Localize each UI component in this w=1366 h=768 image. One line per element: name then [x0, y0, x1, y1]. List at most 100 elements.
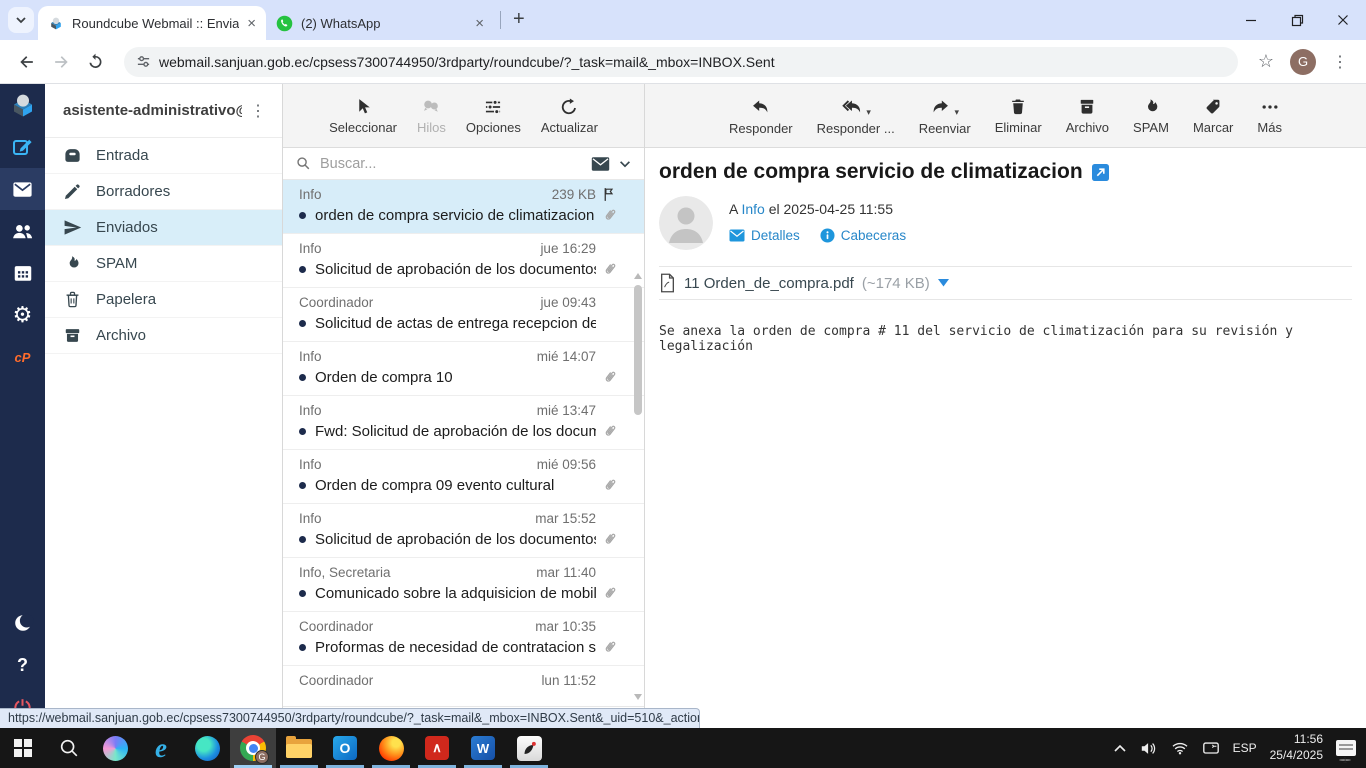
url-bar[interactable]: webmail.sanjuan.gob.ec/cpsess7300744950/… — [124, 46, 1238, 77]
pencil-icon — [64, 184, 80, 200]
search-bar — [283, 148, 644, 180]
archive-button[interactable]: Archivo — [1066, 97, 1109, 135]
folder-spam[interactable]: SPAM — [45, 246, 282, 282]
headers-toggle[interactable]: Cabeceras — [820, 228, 906, 243]
clock[interactable]: 11:56 25/4/2025 — [1270, 732, 1323, 763]
reply-all-button[interactable]: ▾ Responder ... — [817, 96, 895, 136]
folder-papelera[interactable]: Papelera — [45, 282, 282, 318]
message-list-item[interactable]: Info mié 14:07 Orden de compra 10 — [283, 342, 644, 396]
message-list-item[interactable]: Coordinador jue 09:43 Solicitud de actas… — [283, 288, 644, 342]
message-list-item[interactable]: Info 239 KB orden de compra servicio de … — [283, 180, 644, 234]
tab-roundcube[interactable]: Roundcube Webmail :: Enviados × — [38, 6, 266, 40]
folder-enviados[interactable]: Enviados — [45, 210, 282, 246]
file-explorer-button[interactable] — [276, 728, 322, 768]
contacts-nav-button[interactable] — [0, 210, 45, 252]
dark-mode-button[interactable] — [0, 602, 45, 644]
language-indicator[interactable]: ESP — [1233, 741, 1257, 755]
unread-dot — [299, 428, 306, 435]
browser-profile-avatar[interactable]: G — [1290, 48, 1316, 75]
new-tab-button[interactable]: + — [507, 8, 531, 31]
search-scope-mail-icon[interactable] — [591, 156, 610, 172]
word-button[interactable]: W — [460, 728, 506, 768]
help-button[interactable]: ? — [0, 644, 45, 686]
threads-button[interactable]: Hilos — [417, 97, 446, 135]
taskbar-search-button[interactable] — [46, 728, 92, 768]
delete-button[interactable]: Eliminar — [995, 97, 1042, 135]
forward-caret-icon[interactable]: ▾ — [954, 107, 959, 118]
mail-nav-button[interactable] — [0, 168, 45, 210]
edge-button[interactable] — [184, 728, 230, 768]
bookmark-star-icon[interactable]: ☆ — [1250, 51, 1282, 72]
window-restore-button[interactable] — [1274, 0, 1320, 40]
refresh-button[interactable]: Actualizar — [541, 97, 598, 135]
more-button[interactable]: Más — [1257, 97, 1282, 135]
message-sender: Info — [299, 511, 322, 526]
folder-entrada[interactable]: Entrada — [45, 138, 282, 174]
gear-icon: ⚙ — [12, 302, 33, 328]
attachment-bar[interactable]: 11 Orden_de_compra.pdf (~174 KB) — [659, 266, 1352, 300]
account-menu-icon[interactable]: ⋮ — [242, 101, 274, 121]
cpanel-button[interactable]: cP — [0, 336, 45, 378]
tray-expand-chevron-icon[interactable] — [1113, 743, 1127, 753]
message-list-item[interactable]: Info jue 16:29 Solicitud de aprobación d… — [283, 234, 644, 288]
tab-search-button[interactable] — [8, 7, 34, 33]
wifi-icon[interactable] — [1171, 741, 1189, 755]
firefox-button[interactable] — [368, 728, 414, 768]
outlook-button[interactable]: O — [322, 728, 368, 768]
options-button[interactable]: Opciones — [466, 97, 521, 135]
display-connect-icon[interactable] — [1202, 741, 1220, 756]
attachment-name[interactable]: 11 Orden_de_compra.pdf — [684, 275, 854, 292]
forward-button[interactable] — [44, 45, 78, 79]
site-settings-icon — [137, 56, 150, 67]
flag-slot[interactable] — [596, 186, 618, 203]
folder-archivo[interactable]: Archivo — [45, 318, 282, 354]
open-in-new-window-icon[interactable] — [1091, 163, 1109, 181]
forward-button-mail[interactable]: ▾ Reenviar — [919, 96, 971, 136]
copilot-button[interactable] — [92, 728, 138, 768]
details-toggle[interactable]: Detalles — [729, 228, 800, 243]
scroll-down-arrow[interactable] — [634, 694, 642, 700]
tab-whatsapp[interactable]: (2) WhatsApp × — [266, 6, 494, 40]
list-scrollbar[interactable] — [633, 267, 643, 704]
back-icon — [20, 55, 33, 68]
reload-button[interactable] — [78, 45, 112, 79]
reload-icon — [88, 53, 101, 68]
message-list-item[interactable]: Coordinador mar 10:35 Proformas de neces… — [283, 612, 644, 666]
acrobat-button[interactable]: ∧ — [414, 728, 460, 768]
mark-button[interactable]: Marcar — [1193, 97, 1233, 135]
folder-borradores[interactable]: Borradores — [45, 174, 282, 210]
message-list-item[interactable]: Info mar 15:52 Solicitud de aprobación d… — [283, 504, 644, 558]
reply-button[interactable]: Responder — [729, 96, 793, 136]
reply-all-caret-icon[interactable]: ▾ — [866, 107, 871, 118]
spam-button[interactable]: SPAM — [1133, 97, 1169, 135]
recipient-link[interactable]: Info — [741, 201, 764, 217]
search-input[interactable] — [320, 155, 583, 172]
window-minimize-button[interactable] — [1228, 0, 1274, 40]
compose-button[interactable] — [0, 126, 45, 168]
volume-icon[interactable] — [1140, 741, 1158, 756]
message-list-item[interactable]: Info, Secretaria mar 11:40 Comunicado so… — [283, 558, 644, 612]
paperclip-icon — [605, 533, 616, 544]
calendar-nav-button[interactable] — [0, 252, 45, 294]
window-close-button[interactable] — [1320, 0, 1366, 40]
chrome-button[interactable]: G — [230, 728, 276, 768]
internet-explorer-button[interactable]: e — [138, 728, 184, 768]
scrollbar-thumb[interactable] — [634, 285, 642, 415]
message-list-item[interactable]: Info mié 09:56 Orden de compra 09 evento… — [283, 450, 644, 504]
info-icon — [820, 228, 835, 243]
message-list-item[interactable]: Info mié 13:47 Fwd: Solicitud de aprobac… — [283, 396, 644, 450]
browser-menu-icon[interactable]: ⋮ — [1324, 52, 1356, 72]
paperclip-icon — [605, 371, 616, 382]
notification-center-icon[interactable]: 1 — [1336, 740, 1356, 765]
unread-dot — [299, 590, 306, 597]
start-button[interactable] — [0, 728, 46, 768]
select-button[interactable]: Seleccionar — [329, 97, 397, 135]
tab-close-icon[interactable]: × — [475, 16, 484, 31]
tab-close-icon[interactable]: × — [247, 16, 256, 31]
back-button[interactable] — [10, 45, 44, 79]
scroll-up-arrow[interactable] — [634, 273, 642, 279]
settings-nav-button[interactable]: ⚙ — [0, 294, 45, 336]
java-app-button[interactable] — [506, 728, 552, 768]
attachment-menu-caret-icon[interactable] — [937, 279, 949, 287]
search-options-chevron-icon[interactable] — [618, 157, 632, 171]
